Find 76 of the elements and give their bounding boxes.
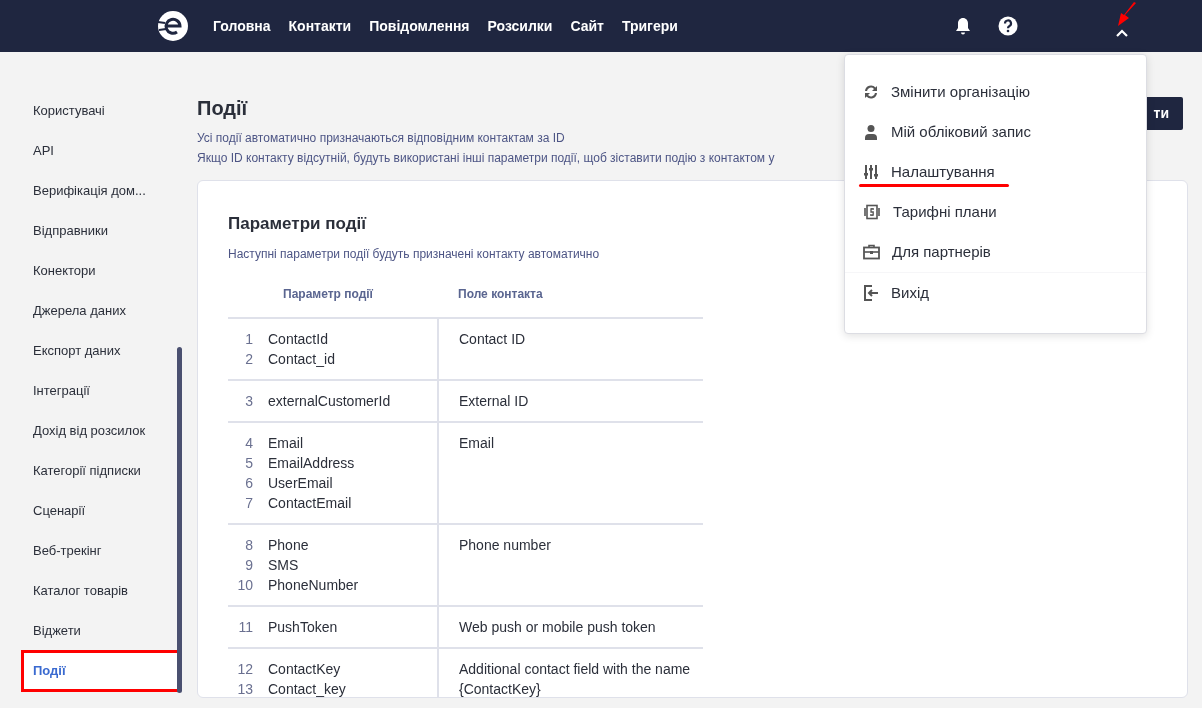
parameter-name: Phone xyxy=(268,536,309,553)
row-number: 3 xyxy=(244,391,254,411)
nav-link[interactable]: Головна xyxy=(213,15,271,37)
parameter-name: Contact_key xyxy=(268,680,346,697)
sidebar-item[interactable]: Користувачі xyxy=(0,91,180,131)
money-icon xyxy=(863,204,881,220)
parameter-name: ContactKey xyxy=(268,660,341,677)
refresh-icon xyxy=(863,84,879,100)
sidebar-item[interactable]: Веб-трекінг xyxy=(0,531,180,571)
column-header: Параметр події xyxy=(283,286,373,301)
card-subtitle: Наступні параметри події будуть призначені контакту автоматично xyxy=(228,245,600,263)
sidebar-item[interactable]: Експорт даних xyxy=(0,331,180,371)
parameter-name: externalCustomerId xyxy=(268,392,391,409)
sidebar-item[interactable]: Дохід від розсилок xyxy=(0,411,180,451)
nav-link[interactable]: Сайт xyxy=(570,15,604,37)
nav-link[interactable]: Розсилки xyxy=(487,15,553,37)
row-number: 12 xyxy=(236,659,254,679)
sidebar-item[interactable]: API xyxy=(0,131,180,171)
help-icon[interactable] xyxy=(998,16,1018,36)
contact-field: Contact ID xyxy=(459,330,526,347)
sidebar-item[interactable]: Події xyxy=(22,651,180,691)
row-number: 1 xyxy=(244,329,254,349)
contact-field: Web push or mobile push token xyxy=(459,618,656,635)
sidebar-item[interactable]: Джерела даних xyxy=(0,291,180,331)
sidebar-item[interactable]: Сценарії xyxy=(0,491,180,531)
contact-field: Additional contact field with the name {ContactKey} xyxy=(459,660,691,697)
row-number: 11 xyxy=(237,617,254,637)
parameter-name: PhoneNumber xyxy=(268,576,359,593)
page-title: Події xyxy=(197,96,248,120)
sidebar-item[interactable]: Категорії підписки xyxy=(0,451,180,491)
logout-icon xyxy=(863,285,879,301)
person-icon xyxy=(863,124,879,140)
contact-field: Email xyxy=(459,434,494,451)
sliders-icon xyxy=(863,164,879,180)
menu-item[interactable]: Для партнерів xyxy=(845,232,1146,272)
menu-item[interactable]: Налаштування xyxy=(845,152,1146,192)
sidebar-item[interactable]: Верифікація дом... xyxy=(0,171,180,211)
scrollbar[interactable] xyxy=(177,347,182,693)
row-number: 9 xyxy=(244,555,254,575)
row-number: 8 xyxy=(244,535,254,555)
sidebar-item[interactable]: Віджети xyxy=(0,611,180,651)
row-number: 10 xyxy=(236,575,254,595)
contact-field: External ID xyxy=(459,392,529,409)
column-header: Поле контакта xyxy=(458,286,543,301)
description-text: Усі події автоматично призначаються відповідним контактам за ID xyxy=(197,130,565,147)
briefcase-icon xyxy=(863,244,880,260)
row-number: 4 xyxy=(244,433,254,453)
parameter-name: UserEmail xyxy=(268,474,333,491)
logo-icon[interactable] xyxy=(157,10,189,42)
row-number: 2 xyxy=(244,349,254,369)
nav-link[interactable]: Контакти xyxy=(288,15,352,37)
nav-link[interactable]: Повідомлення xyxy=(369,15,470,37)
row-number: 7 xyxy=(244,493,254,513)
parameter-name: Contact_id xyxy=(268,350,335,367)
sidebar-item[interactable]: Каталог товарів xyxy=(0,571,180,611)
parameter-name: EmailAddress xyxy=(268,454,355,471)
bell-icon[interactable] xyxy=(954,17,972,35)
row-number: 13 xyxy=(236,679,254,697)
parameter-name: Email xyxy=(268,434,303,451)
menu-item[interactable]: Тарифні плани xyxy=(845,192,1146,232)
sidebar-item[interactable]: Інтеграції xyxy=(0,371,180,411)
nav-link[interactable]: Тригери xyxy=(621,15,678,37)
card-title: Параметри події xyxy=(228,213,366,235)
menu-item[interactable]: Мій обліковий запис xyxy=(845,112,1146,152)
contact-field: Phone number xyxy=(459,536,551,553)
row-number: 5 xyxy=(244,453,254,473)
parameter-name: SMS xyxy=(268,556,299,573)
row-number: 6 xyxy=(244,473,254,493)
parameter-name: ContactEmail xyxy=(268,494,352,511)
description-text: Якщо ID контакту відсутній, будуть використані інші параметри події, щоб зіставити подію з контактом у xyxy=(197,150,775,167)
sidebar-item[interactable]: Відправники xyxy=(0,211,180,251)
sidebar-item[interactable]: Конектори xyxy=(0,251,180,291)
menu-item[interactable]: Змінити організацію xyxy=(845,72,1146,112)
parameter-name: PushToken xyxy=(268,618,338,635)
parameter-name: ContactId xyxy=(268,330,328,347)
menu-item[interactable]: Вихід xyxy=(845,273,1146,313)
